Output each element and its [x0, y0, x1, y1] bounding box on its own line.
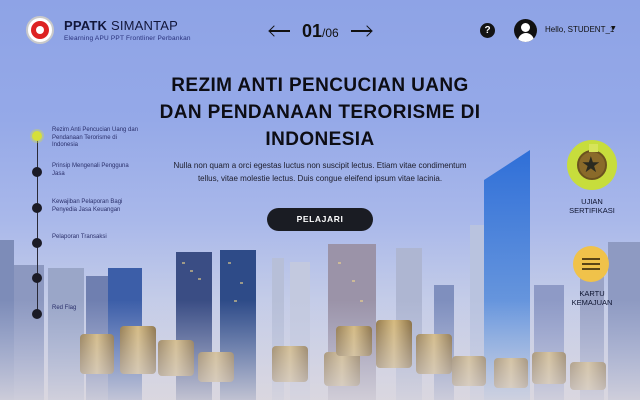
avatar-body — [517, 33, 534, 42]
module-pager: 01/06 — [268, 19, 373, 43]
timeline-step-label: Rezim Anti Pencucian Uang dan Pendanaan … — [52, 127, 139, 148]
progress-card-button[interactable] — [573, 246, 609, 282]
ppatk-logo[interactable] — [26, 16, 54, 44]
brand-title-light: SIMANTAP — [110, 18, 179, 33]
page-current: 01 — [302, 20, 323, 41]
arrow-right-icon[interactable] — [349, 25, 373, 37]
certification-exam-button[interactable]: ★ — [567, 140, 617, 190]
timeline-dot — [32, 131, 42, 141]
user-avatar-icon[interactable] — [514, 19, 537, 42]
learn-button[interactable]: PELAJARI — [267, 208, 373, 231]
timeline-dot — [32, 203, 42, 213]
brand-subtitle: Elearning APU PPT Frontliner Perbankan — [64, 35, 191, 42]
brand-title: PPATK SIMANTAP — [64, 18, 191, 33]
avatar-head — [521, 23, 530, 32]
timeline-dot — [32, 238, 42, 248]
medal-ribbon — [589, 144, 598, 152]
user-greeting[interactable]: Hello, STUDENT_1 — [545, 25, 614, 34]
certification-exam-label[interactable]: UJIAN SERTIFIKASI — [560, 197, 624, 215]
arrow-left-icon[interactable] — [268, 25, 292, 37]
help-icon[interactable]: ? — [480, 23, 495, 38]
page-indicator: 01/06 — [302, 21, 339, 42]
timeline-step-label: Pelaporan Transaksi — [52, 234, 107, 240]
brand-title-bold: PPATK — [64, 18, 108, 33]
timeline-dot — [32, 273, 42, 283]
hero-description: Nulla non quam a orci egestas luctus non… — [173, 161, 467, 183]
timeline-dot — [32, 309, 42, 319]
medal-star-icon: ★ — [577, 144, 607, 180]
timeline-step-label: Kewajiban Pelaporan Bagi Penyedia Jasa K… — [52, 199, 123, 213]
progress-card-label[interactable]: KARTU KEMAJUAN — [560, 289, 624, 307]
timeline-dot — [32, 167, 42, 177]
brand: PPATK SIMANTAP Elearning APU PPT Frontli… — [64, 18, 191, 42]
timeline-line — [37, 136, 38, 316]
page-total: 06 — [325, 25, 339, 40]
logo-seal-emblem — [31, 21, 49, 39]
list-icon — [582, 256, 600, 272]
hero-title: REZIM ANTI PENCUCIAN UANG DAN PENDANAAN … — [159, 75, 481, 150]
timeline-step-label: Prinsip Mengenali Pengguna Jasa — [52, 163, 129, 177]
chevron-down-icon[interactable]: ▼ — [610, 25, 617, 32]
star-icon: ★ — [581, 152, 601, 177]
timeline-step-label: Red Flag — [52, 305, 77, 311]
